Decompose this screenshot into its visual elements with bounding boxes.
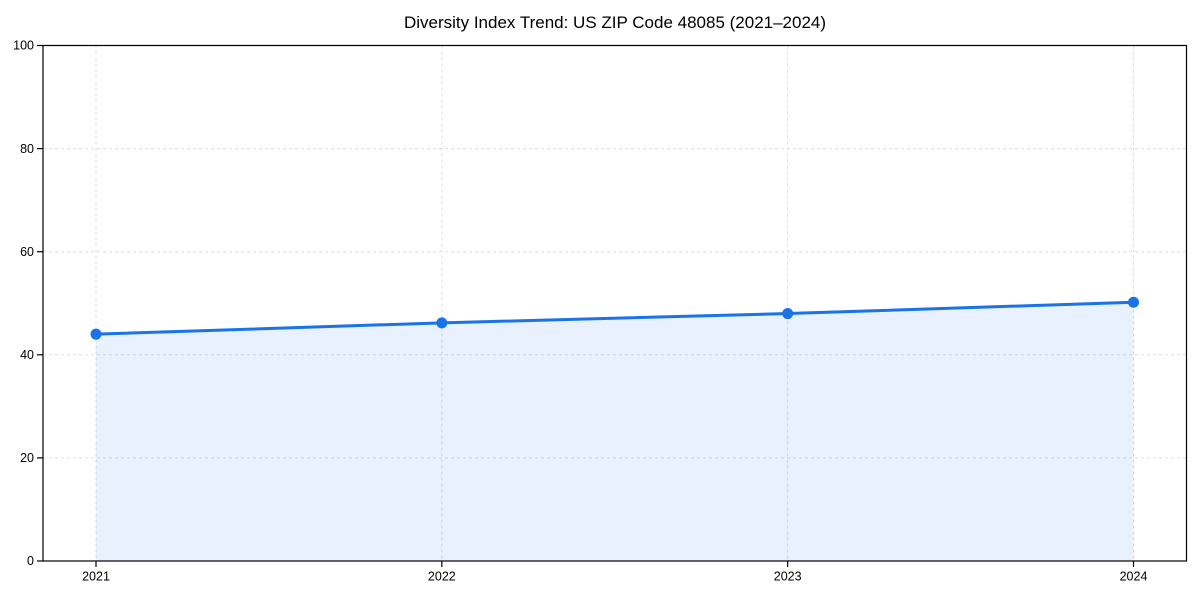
x-tick-label-2021: 2021 (82, 570, 110, 584)
diversity-trend-line-chart: 0 20 40 60 80 100 2021 2022 2023 2024 (0, 0, 1200, 600)
y-tick-label-60: 60 (20, 245, 34, 259)
x-tick-label-2024: 2024 (1120, 570, 1148, 584)
y-tick-label-80: 80 (20, 142, 34, 156)
y-tick-label-40: 40 (20, 348, 34, 362)
data-point-2024 (1128, 297, 1139, 308)
y-tick-label-20: 20 (20, 451, 34, 465)
data-point-2023 (782, 308, 793, 319)
data-point-2021 (91, 329, 102, 340)
diversity-index-figure: Diversity Index Trend: US ZIP Code 48085… (0, 0, 1200, 600)
y-tick-label-0: 0 (27, 554, 34, 568)
x-tick-label-2023: 2023 (774, 570, 802, 584)
data-point-2022 (436, 317, 447, 328)
x-tick-label-2022: 2022 (428, 570, 456, 584)
area-fill (96, 302, 1134, 561)
y-tick-label-100: 100 (13, 39, 34, 53)
